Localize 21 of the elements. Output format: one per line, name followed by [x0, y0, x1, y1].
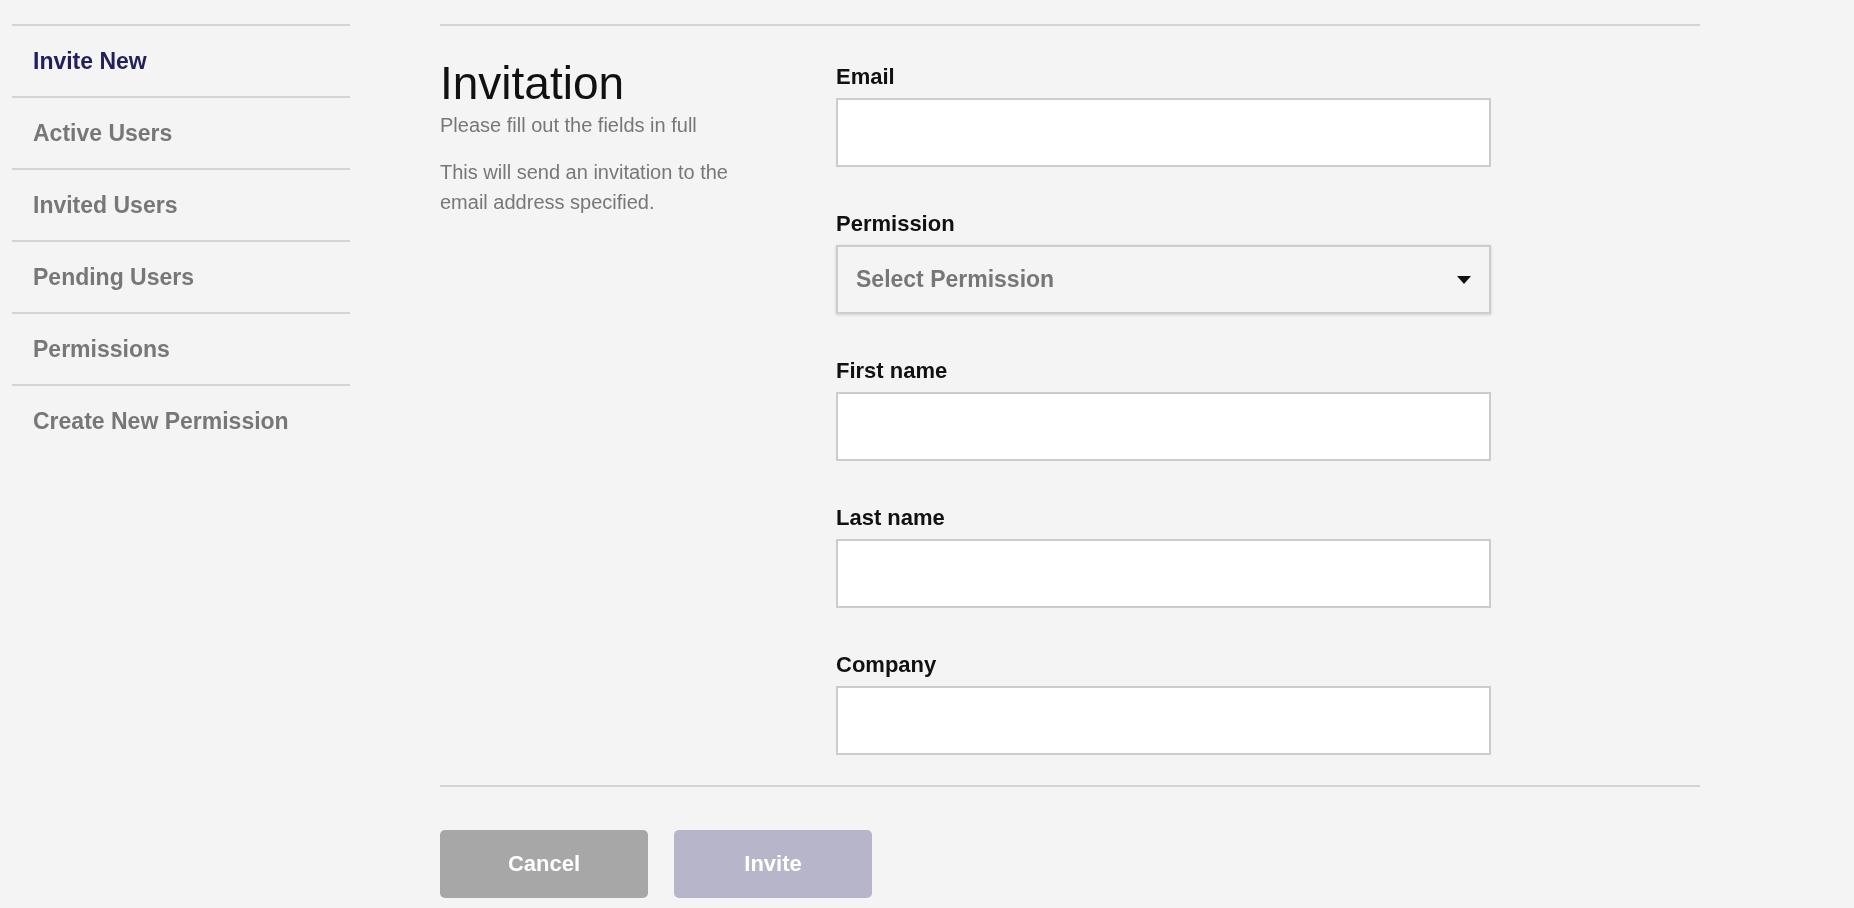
caret-icon	[1457, 275, 1471, 284]
input-field[interactable]	[836, 392, 1491, 461]
section-description: This will send an invitation to the email address specified.	[440, 160, 729, 215]
input-field[interactable]	[836, 98, 1491, 167]
field-label: First name	[836, 358, 948, 384]
sidebar-item[interactable]: Invited Users	[12, 170, 350, 242]
input-field[interactable]	[836, 686, 1491, 755]
section-subtitle: Please fill out the fields in full	[440, 114, 698, 137]
sidebar-item[interactable]: Pending Users	[12, 242, 350, 314]
field-label: Company	[836, 652, 937, 678]
cancel-button[interactable]: Cancel	[440, 830, 648, 898]
permission-dropdown[interactable]: Select Permission	[836, 245, 1491, 314]
field-label: Email	[836, 64, 895, 90]
field-label: Last name	[836, 505, 945, 531]
section-title: Invitation	[440, 56, 626, 110]
sidebar-item[interactable]: Invite New	[12, 26, 350, 98]
input-field[interactable]	[836, 539, 1491, 608]
sidebar-item[interactable]: Active Users	[12, 98, 350, 170]
sidebar-item[interactable]: Create New Permission	[12, 386, 350, 456]
sidebar-item[interactable]: Permissions	[12, 314, 350, 386]
field-label: Permission	[836, 211, 955, 237]
